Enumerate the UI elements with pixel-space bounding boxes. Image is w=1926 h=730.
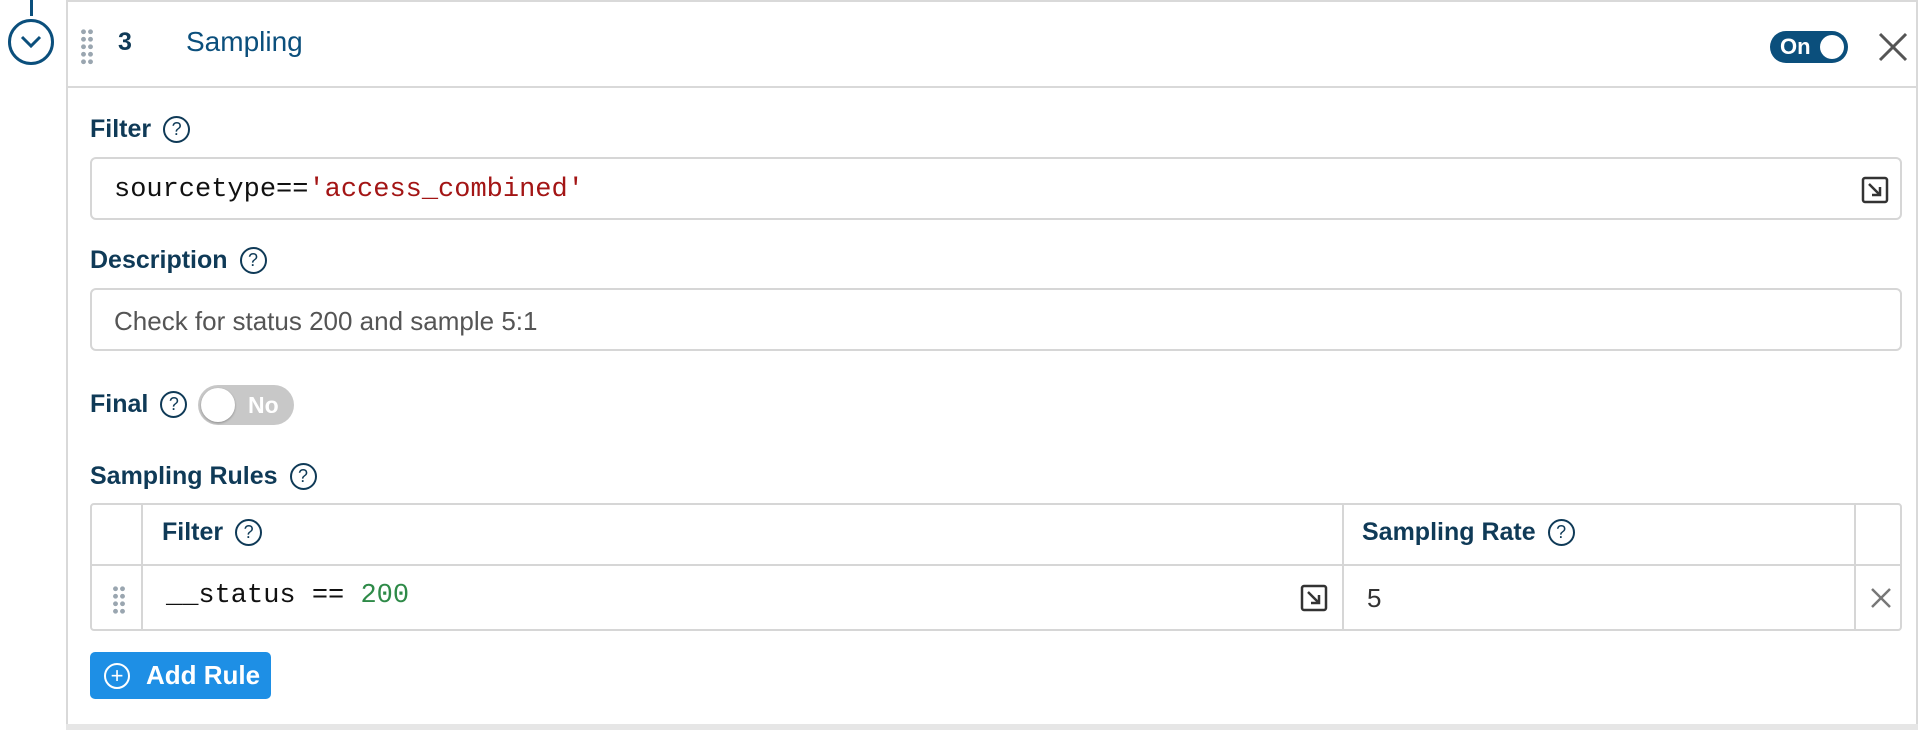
description-value: Check for status 200 and sample 5:1 — [114, 306, 538, 336]
toggle-label: On — [1780, 34, 1811, 59]
expand-editor-icon[interactable] — [1299, 583, 1329, 613]
help-icon[interactable]: ? — [289, 463, 317, 490]
column-header-rate: Sampling Rate ? — [1362, 518, 1575, 547]
collapse-button[interactable] — [8, 19, 54, 65]
step-number: 3 — [118, 28, 132, 56]
timeline-connector — [30, 0, 33, 16]
column-divider — [141, 505, 143, 629]
enabled-toggle[interactable]: On — [1770, 31, 1848, 63]
filter-label: Filter ? — [90, 115, 191, 144]
filter-expr-value: 'access_combined' — [308, 175, 584, 205]
rule-filter-value: 200 — [360, 581, 410, 611]
column-divider — [1854, 505, 1856, 629]
sampling-rules-label-text: Sampling Rules — [90, 462, 278, 490]
filter-label-text: Filter — [90, 115, 152, 143]
column-divider — [1342, 505, 1344, 629]
rule-sampling-rate[interactable]: 5 — [1367, 583, 1381, 614]
table-header — [92, 505, 1900, 566]
help-icon[interactable]: ? — [239, 247, 267, 274]
sampling-rules-label: Sampling Rules ? — [90, 462, 317, 491]
final-toggle[interactable]: No — [198, 385, 294, 425]
expand-editor-icon[interactable] — [1860, 175, 1890, 205]
final-label: Final ? — [90, 390, 188, 419]
drag-handle-icon[interactable] — [80, 28, 94, 66]
step-title[interactable]: Sampling — [186, 26, 303, 58]
filter-expression: sourcetype=='access_combined' — [114, 175, 584, 205]
help-icon[interactable]: ? — [163, 116, 191, 143]
description-label-text: Description — [90, 246, 228, 274]
column-header-filter: Filter ? — [162, 518, 263, 547]
close-icon[interactable] — [1868, 585, 1894, 611]
toggle-knob — [1820, 35, 1844, 59]
sampling-function-card: 3 Sampling On Filter ? sourcetype=='acce… — [66, 0, 1918, 730]
add-rule-label: Add Rule — [146, 660, 261, 690]
sampling-rules-table: Filter ? Sampling Rate ? __status == 200… — [90, 503, 1902, 631]
description-label: Description ? — [90, 246, 267, 275]
card-bottom-border — [66, 724, 1918, 730]
rule-filter-expression[interactable]: __status == 200 — [166, 581, 409, 611]
filter-input[interactable]: sourcetype=='access_combined' — [90, 157, 1902, 220]
close-icon[interactable] — [1874, 28, 1912, 66]
column-header-rate-text: Sampling Rate — [1362, 518, 1536, 546]
plus-circle-icon: + — [104, 662, 130, 689]
row-drag-handle-icon[interactable] — [112, 585, 126, 615]
add-rule-button[interactable]: + Add Rule — [90, 652, 271, 699]
toggle-knob — [201, 388, 235, 422]
help-icon[interactable]: ? — [1547, 519, 1575, 546]
help-icon[interactable]: ? — [235, 519, 263, 546]
card-header: 3 Sampling On — [68, 0, 1916, 88]
filter-expr-key: sourcetype== — [114, 175, 309, 205]
chevron-down-icon — [20, 35, 42, 49]
toggle-label: No — [248, 392, 279, 418]
rule-filter-key: __status == — [166, 581, 361, 611]
help-icon[interactable]: ? — [160, 391, 188, 418]
column-header-filter-text: Filter — [162, 518, 224, 546]
description-input[interactable]: Check for status 200 and sample 5:1 — [90, 288, 1902, 351]
final-label-text: Final — [90, 390, 149, 418]
